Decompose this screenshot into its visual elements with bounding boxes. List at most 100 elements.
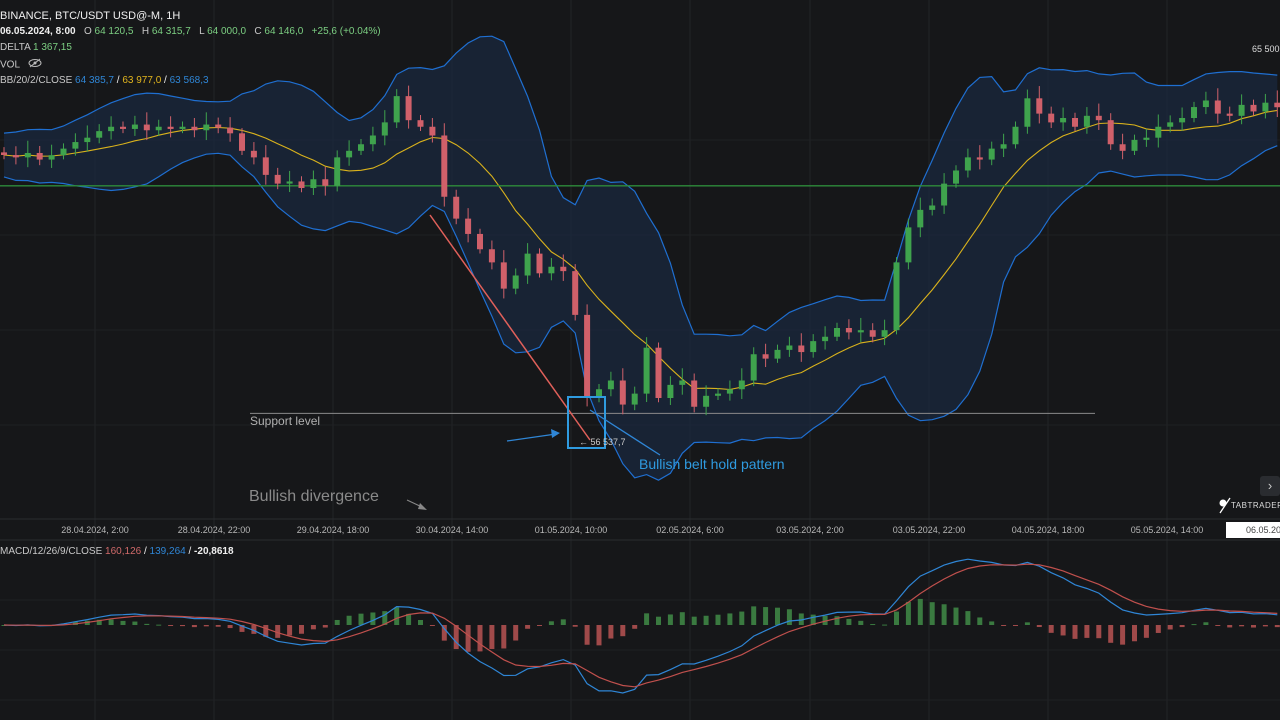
macd-histogram-bar [584,625,590,645]
candle-bearish [191,126,198,131]
macd-histogram-bar [691,616,697,625]
macd-histogram-bar [632,625,638,629]
macd-histogram-bar [537,625,542,626]
candle-bullish [1024,98,1031,127]
tabtrader-logo: TABTRADER [1231,501,1280,510]
macd-histogram-bar [310,625,316,630]
macd-histogram-bar [739,611,745,625]
candle-bearish [441,135,448,197]
candle-bullish [512,275,519,289]
candle-bullish [917,209,924,228]
macd-histogram-bar [656,616,661,625]
candle-bearish [36,153,43,160]
candle-bullish [643,347,650,394]
macd-histogram-bar [1262,625,1268,627]
macd-histogram-bar [108,619,114,625]
arrow-head-icon [551,429,560,438]
separator: / [188,546,192,557]
candle-bearish [488,249,495,263]
candle-bearish [250,150,257,158]
candle-bullish [96,131,103,138]
macd-histogram-bar [715,614,721,625]
candle-bearish [1107,120,1114,145]
candle-bullish [738,380,745,390]
macd-histogram-bar [465,625,471,652]
candle-bearish [1119,144,1126,151]
candle-bearish [227,127,234,134]
macd-histogram-bar [667,614,673,625]
candle-bearish [798,345,805,353]
bb-lower-value: 63 568,3 [169,75,209,86]
separator: / [143,546,147,557]
macd-histogram-bar [334,619,340,625]
candle-bearish [869,330,876,337]
macd-histogram-bar [965,611,971,625]
candle-bearish [239,133,245,151]
macd-histogram-bar [953,607,959,625]
macd-row: MACD/12/26/9/CLOSE 160,126 / 139,264 / -… [0,546,234,558]
candle-bullish [834,328,840,337]
candle-bearish [500,262,507,289]
divergence-arrow-head-icon [418,503,427,510]
macd-histogram-bar [489,625,495,649]
candle-bullish [393,96,400,123]
candle-bullish [1083,115,1090,127]
high-label: H [141,26,150,37]
macd-histogram-bar [120,620,126,625]
candle-bullish [131,124,138,129]
macd-histogram-bar [882,624,888,626]
candle-bullish [631,393,638,405]
time-tick-label: 28.04.2024, 22:00 [177,525,251,535]
scroll-right-button[interactable]: › [1260,476,1280,496]
macd-histogram [1,598,1280,652]
macd-histogram-bar [370,612,376,625]
macd-histogram-bar [1084,625,1090,638]
time-tick-label: 02.05.2024, 6:00 [656,525,724,535]
macd-histogram-bar [203,625,209,627]
macd-histogram-bar [394,607,400,625]
macd-histogram-bar [525,625,531,629]
time-tick-label: 01.05.2024, 10:00 [534,525,608,535]
chart-canvas[interactable] [0,0,1280,720]
time-tick-label: 04.05.2024, 18:00 [1011,525,1085,535]
macd-histogram-bar [941,604,947,625]
open-label: O [83,26,92,37]
macd-histogram-bar [180,625,185,627]
close-value: 64 146,0 [264,26,304,37]
macd-histogram-bar [215,625,221,627]
macd-histogram-bar [560,619,566,625]
macd-histogram-bar [989,621,995,625]
macd-histogram-bar [929,602,935,625]
macd-histogram-bar [322,625,328,628]
macd-histogram-bar [1203,622,1209,625]
macd-value: 160,126 [105,546,142,557]
candle-bullish [1012,126,1019,145]
change-value: +25,6 (+0.04%) [311,26,381,37]
support-level-label: Support level [250,414,321,428]
eye-off-icon[interactable] [28,58,42,72]
macd-histogram-bar [846,618,852,625]
candle-bearish [1095,115,1102,121]
macd-histogram-bar [727,613,733,625]
candle-bullish [60,148,67,156]
macd-histogram-bar [1179,625,1185,628]
candle-bullish [881,330,888,337]
candle-bearish [453,196,460,219]
measure-label: ← 56 537,7 [579,437,626,447]
delta-value: 1 367,15 [32,42,72,53]
candle-bearish [655,347,662,398]
candle-bullish [203,124,210,131]
macd-histogram-bar [1251,625,1256,628]
candle-bearish [143,124,150,131]
candle-bearish [572,271,579,315]
separator: / [116,75,120,86]
candle-bearish [274,174,281,184]
macd-histogram-bar [1274,625,1280,628]
candle-bearish [465,218,472,234]
macd-histogram-bar [227,625,233,629]
candle-bullish [1238,104,1245,116]
candle-bullish [786,345,793,350]
open-value: 64 120,5 [94,26,134,37]
macd-histogram-bar [644,613,650,625]
candle-bullish [1262,102,1269,112]
